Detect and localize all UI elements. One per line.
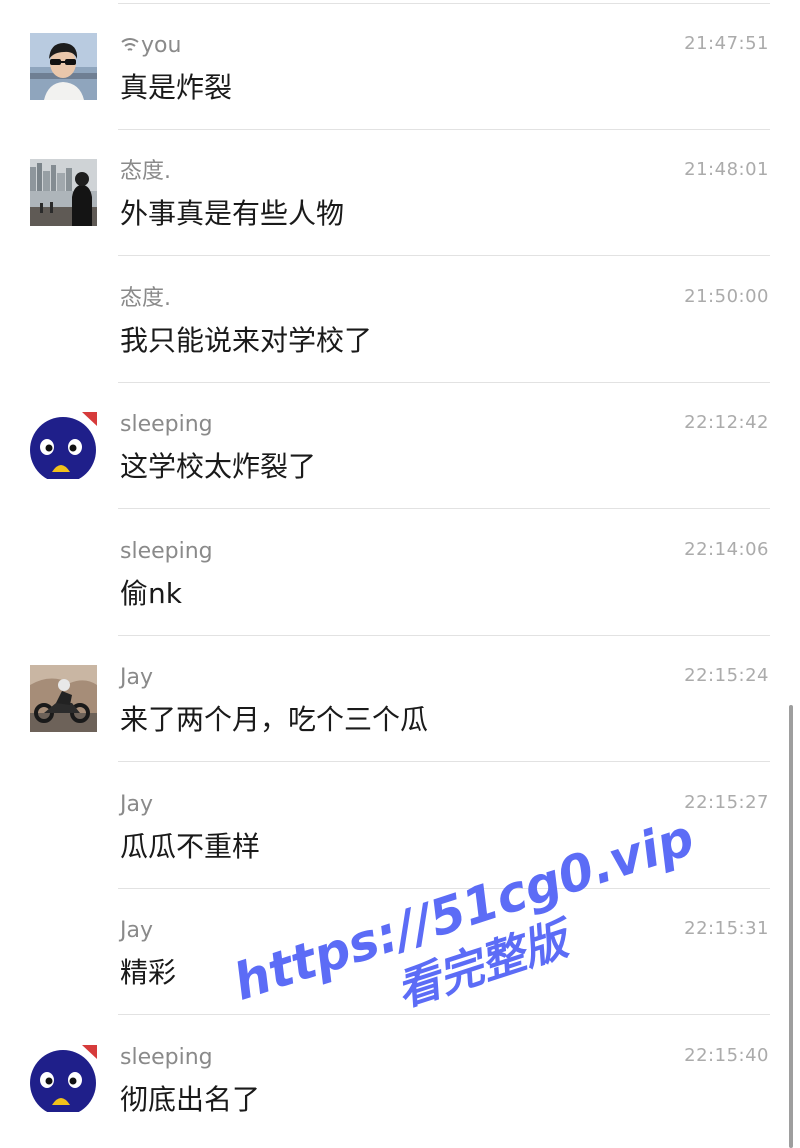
message-item[interactable]: 态度. 21:48:01 外事真是有些人物	[0, 130, 800, 256]
avatar[interactable]	[30, 159, 97, 226]
message-text: 精彩	[120, 956, 177, 989]
sender-name: sleeping	[120, 412, 213, 437]
avatar[interactable]	[30, 1045, 97, 1112]
divider	[118, 761, 770, 762]
wifi-icon	[121, 38, 139, 51]
sender-name: sleeping	[120, 539, 213, 564]
sender-name: Jay	[120, 918, 153, 943]
avatar[interactable]	[30, 665, 97, 732]
message-item[interactable]: 态度. 21:50:00 我只能说来对学校了	[0, 257, 800, 383]
message-text: 我只能说来对学校了	[120, 324, 373, 357]
avatar-blue-penguin-image	[30, 1045, 97, 1112]
avatar-city-riverside-image	[30, 159, 97, 226]
divider	[118, 1014, 770, 1015]
sender-name: 态度.	[120, 286, 171, 311]
avatar-motorcycle-image	[30, 665, 97, 732]
message-time: 22:15:40	[684, 1045, 769, 1066]
message-item[interactable]: Jay 22:15:31 精彩	[0, 889, 800, 1015]
message-time: 22:15:27	[684, 792, 769, 813]
message-item[interactable]: sleeping 22:15:40 彻底出名了	[0, 1016, 800, 1142]
message-text: 外事真是有些人物	[120, 197, 345, 230]
message-text: 瓜瓜不重样	[120, 830, 261, 863]
message-text: 偷nk	[120, 577, 182, 610]
message-time: 21:47:51	[684, 33, 769, 54]
avatar[interactable]	[30, 412, 97, 479]
message-text: 这学校太炸裂了	[120, 450, 317, 483]
message-time: 22:12:42	[684, 412, 769, 433]
message-item[interactable]: Jay 22:15:24 来了两个月，吃个三个瓜	[0, 636, 800, 762]
scrollbar[interactable]	[789, 705, 793, 1148]
chat-message-list[interactable]: you 21:47:51 真是炸裂 态度. 21:48:01 外事真是有些人物 …	[0, 0, 800, 1148]
message-time: 22:14:06	[684, 539, 769, 560]
divider	[118, 255, 770, 256]
message-text: 来了两个月，吃个三个瓜	[120, 703, 429, 736]
message-text: 彻底出名了	[120, 1083, 261, 1116]
message-time: 22:15:24	[684, 665, 769, 686]
message-item[interactable]: sleeping 22:14:06 偷nk	[0, 510, 800, 636]
sender-name-text: you	[141, 33, 182, 58]
avatar-sunglasses-man-image	[30, 33, 97, 100]
message-text: 真是炸裂	[120, 71, 233, 104]
sender-name: Jay	[120, 792, 153, 817]
message-time: 21:48:01	[684, 159, 769, 180]
message-item[interactable]: you 21:47:51 真是炸裂	[0, 4, 800, 130]
message-item[interactable]: sleeping 22:12:42 这学校太炸裂了	[0, 383, 800, 509]
avatar[interactable]	[30, 33, 97, 100]
sender-name: Jay	[120, 665, 153, 690]
message-time: 22:15:31	[684, 918, 769, 939]
message-item[interactable]: Jay 22:15:27 瓜瓜不重样	[0, 763, 800, 889]
message-time: 21:50:00	[684, 286, 769, 307]
avatar-blue-penguin-image	[30, 412, 97, 479]
sender-name: sleeping	[120, 1045, 213, 1070]
sender-name: you	[120, 31, 181, 61]
sender-name: 态度.	[120, 159, 171, 184]
divider	[118, 508, 770, 509]
